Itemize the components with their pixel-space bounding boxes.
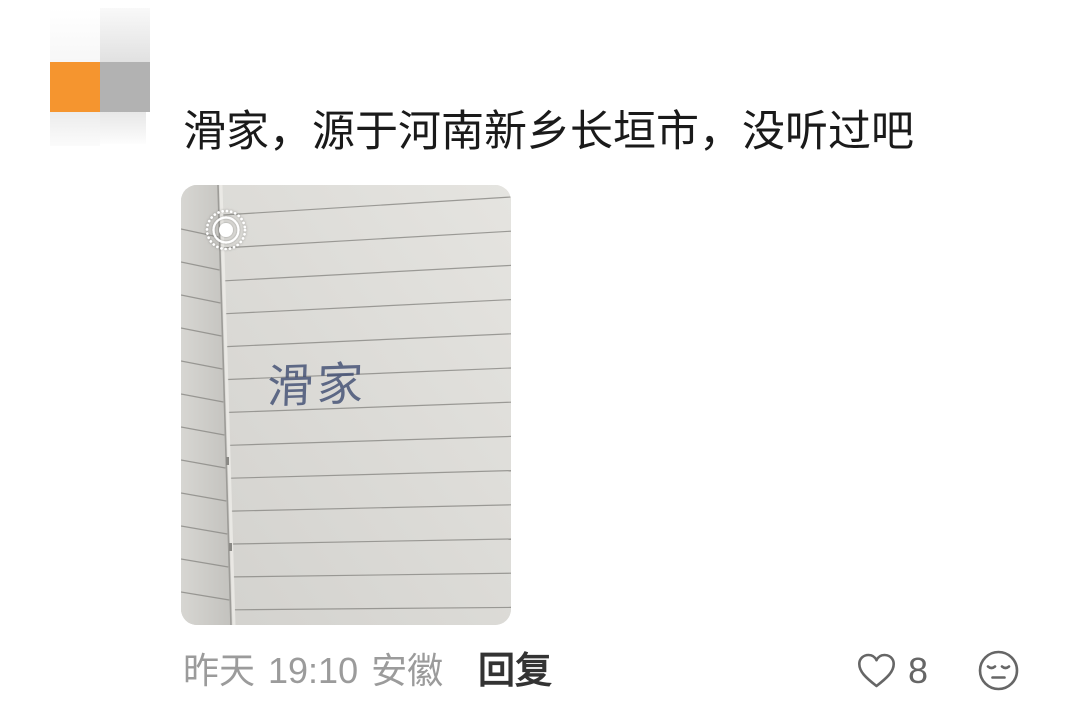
like-count: 8 [908, 650, 929, 691]
avatar-tile [50, 62, 100, 112]
emoji-face-icon[interactable] [977, 649, 1020, 692]
comment-text: 滑家，源于河南新乡长垣市，没听过吧 [183, 108, 914, 156]
reply-button[interactable]: 回复 [478, 648, 552, 694]
comment-footer: 昨天 19:10 安徽 回复 8 [0, 648, 1080, 694]
like-button[interactable]: 8 [856, 648, 928, 694]
comment-date: 昨天 [183, 650, 256, 691]
emoji-face-outline [978, 650, 1019, 691]
comment-screen: 滑家，源于河南新乡长垣市，没听过吧 滑家 昨天 19:10 安徽 回复 8 [0, 0, 1080, 712]
comment-photo[interactable]: 滑家 [181, 185, 511, 625]
comment-meta: 昨天 19:10 安徽 [183, 648, 443, 694]
binding-notch [226, 457, 229, 465]
avatar-tile [100, 8, 150, 62]
reaction-button[interactable] [977, 649, 1020, 692]
avatar-tile [50, 112, 100, 146]
live-photo-dot [219, 223, 233, 237]
avatar-tile [50, 8, 100, 62]
heart-outline-icon[interactable] [856, 652, 897, 690]
comment-time: 19:10 [268, 650, 359, 691]
handwritten-text: 滑家 [266, 356, 368, 414]
avatar-tile [100, 62, 150, 112]
emoji-right-eye [1000, 665, 1011, 670]
avatar-tile [100, 112, 146, 144]
emoji-left-eye [986, 665, 997, 670]
comment-location: 安徽 [371, 650, 444, 691]
heart-outline-path [858, 653, 895, 688]
user-avatar[interactable] [50, 8, 150, 148]
binding-notch [229, 543, 232, 551]
